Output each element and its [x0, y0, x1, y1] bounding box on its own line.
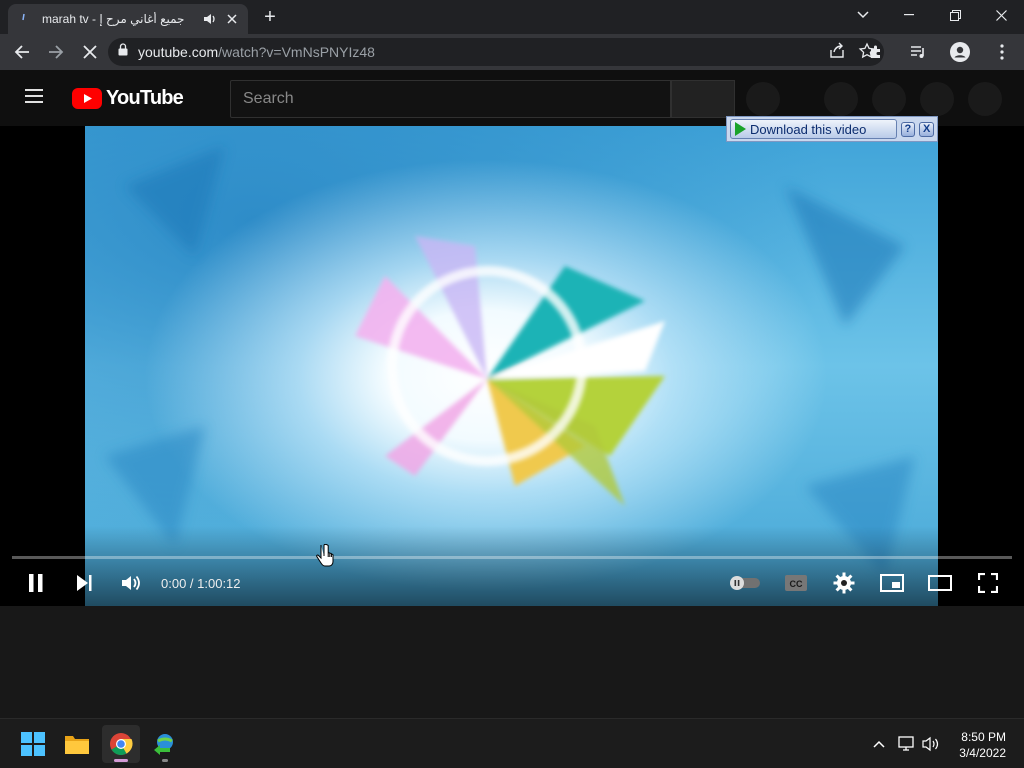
- file-explorer-folder-icon[interactable]: [58, 725, 96, 763]
- voice-search-button[interactable]: [746, 82, 780, 116]
- browser-toolbar: youtube.com/watch?v=VmNsPNYIz48: [0, 34, 1024, 70]
- download-video-label: Download this video: [750, 121, 867, 137]
- account-avatar[interactable]: [968, 82, 1002, 116]
- controls-gradient: [0, 526, 1024, 606]
- more-menu-icon[interactable]: [988, 38, 1016, 66]
- create-button[interactable]: [824, 82, 858, 116]
- restore-button[interactable]: [932, 0, 978, 30]
- youtube-play-logo-icon: [72, 88, 102, 109]
- lock-icon[interactable]: [118, 43, 128, 61]
- apps-button[interactable]: [872, 82, 906, 116]
- download-video-button[interactable]: Download this video: [730, 119, 897, 139]
- download-manager-globe-icon[interactable]: [146, 725, 184, 763]
- stop-loading-button[interactable]: [76, 38, 104, 66]
- forward-button[interactable]: [42, 38, 70, 66]
- minimize-button[interactable]: [886, 0, 932, 30]
- taskbar-clock[interactable]: 8:50 PM 3/4/2022: [959, 729, 1006, 761]
- close-window-button[interactable]: [978, 0, 1024, 30]
- notifications-button[interactable]: [920, 82, 954, 116]
- below-player-area: [0, 606, 1024, 718]
- chrome-running-indicator: [114, 759, 128, 762]
- mouse-cursor-icon: [316, 543, 334, 573]
- download-help-button[interactable]: ?: [900, 121, 916, 137]
- media-queue-icon[interactable]: [904, 38, 932, 66]
- youtube-logo[interactable]: YouTube: [72, 87, 184, 110]
- extensions-puzzle-icon[interactable]: [862, 38, 890, 66]
- url-path: /watch?v=VmNsPNYIz48: [218, 44, 375, 60]
- next-button[interactable]: [69, 570, 99, 596]
- start-windows-icon[interactable]: [14, 725, 52, 763]
- windows-taskbar: 8:50 PM 3/4/2022: [0, 718, 1024, 768]
- youtube-wordmark: YouTube: [106, 87, 184, 109]
- back-button[interactable]: [8, 38, 36, 66]
- time-display: 0:00 / 1:00:12: [161, 576, 241, 591]
- browser-tab[interactable]: marah tv - جميع أغاني مرح إ: [8, 4, 248, 34]
- svg-text:CC: CC: [790, 579, 803, 589]
- download-close-button[interactable]: X: [919, 121, 934, 137]
- miniplayer-icon[interactable]: [877, 570, 907, 596]
- share-icon[interactable]: [828, 42, 846, 65]
- search-button[interactable]: [671, 80, 735, 118]
- tab-title: marah tv - جميع أغاني مرح إ: [42, 12, 185, 26]
- hamburger-menu-icon[interactable]: [24, 88, 48, 108]
- tab-search-chevron-down-icon[interactable]: [840, 0, 886, 30]
- network-icon[interactable]: [896, 733, 918, 755]
- video-player[interactable]: 0:00 / 1:00:12 CC: [0, 126, 1024, 606]
- settings-gear-icon[interactable]: [829, 570, 859, 596]
- volume-icon[interactable]: [116, 570, 146, 596]
- progress-bar[interactable]: [12, 556, 1012, 559]
- tab-audio-icon[interactable]: [202, 11, 218, 27]
- address-bar[interactable]: youtube.com/watch?v=VmNsPNYIz48: [108, 38, 884, 66]
- search-box[interactable]: [230, 80, 671, 118]
- clock-date: 3/4/2022: [959, 746, 1006, 760]
- download-manager-running-indicator: [162, 759, 168, 762]
- download-play-icon: [735, 122, 746, 136]
- toolbar-right-actions: [856, 38, 1016, 66]
- tab-close-icon[interactable]: [224, 11, 240, 27]
- fullscreen-icon[interactable]: [973, 570, 1003, 596]
- tab-favicon-icon: [16, 11, 32, 27]
- show-hidden-icons-chevron-up-icon[interactable]: [868, 733, 890, 755]
- profile-avatar-icon[interactable]: [946, 38, 974, 66]
- pause-button[interactable]: [21, 570, 51, 596]
- search-input[interactable]: [243, 90, 670, 108]
- address-url: youtube.com/watch?v=VmNsPNYIz48: [138, 44, 375, 60]
- chrome-taskbar-icon[interactable]: [102, 725, 140, 763]
- autoplay-toggle[interactable]: [728, 570, 762, 596]
- download-video-toolbar: Download this video ? X: [726, 116, 938, 142]
- browser-tabstrip: marah tv - جميع أغاني مرح إ +: [0, 0, 1024, 34]
- new-tab-button[interactable]: +: [258, 6, 282, 28]
- url-domain: youtube.com: [138, 44, 219, 60]
- clock-time: 8:50 PM: [961, 730, 1006, 744]
- theater-mode-icon[interactable]: [925, 570, 955, 596]
- speaker-volume-icon[interactable]: [920, 733, 942, 755]
- captions-cc-icon[interactable]: CC: [781, 570, 811, 596]
